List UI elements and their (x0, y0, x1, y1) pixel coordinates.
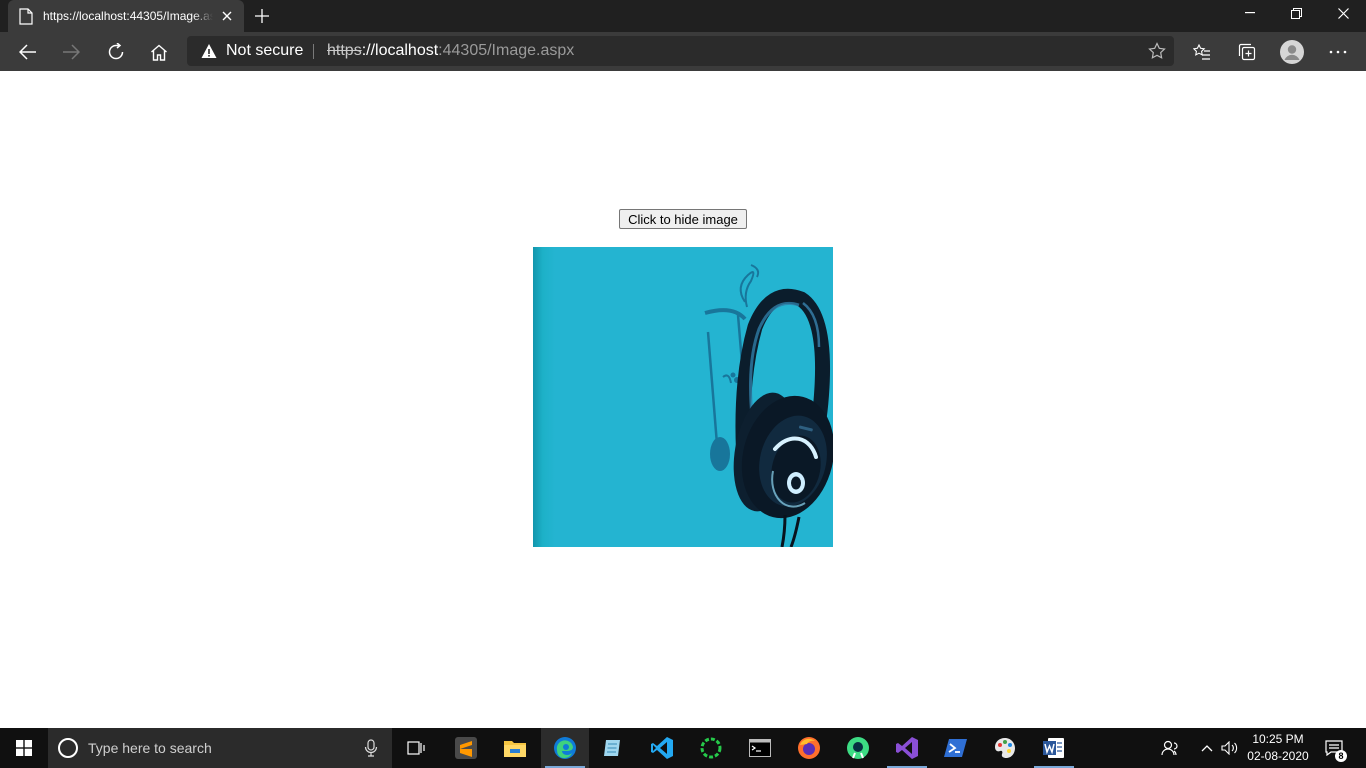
browser-tab[interactable]: https://localhost:44305/Image.aspx (8, 0, 244, 32)
paint-icon[interactable] (981, 728, 1029, 768)
edge-browser-icon[interactable] (541, 728, 589, 768)
clock-time: 10:25 PM (1252, 732, 1304, 746)
sublime-text-icon[interactable] (442, 728, 490, 768)
refresh-icon[interactable] (100, 36, 132, 68)
command-prompt-icon[interactable] (736, 728, 784, 768)
security-status[interactable]: Not secure (226, 42, 303, 60)
url-path: :44305/Image.aspx (438, 42, 575, 59)
headphones-image (533, 247, 833, 547)
firefox-icon[interactable] (785, 728, 833, 768)
tab-strip: https://localhost:44305/Image.aspx (0, 0, 1366, 32)
address-bar[interactable]: Not secure https://localhost:44305/Image… (187, 36, 1174, 66)
android-studio-icon[interactable] (834, 728, 882, 768)
taskbar-search-box[interactable]: Type here to search (48, 728, 392, 768)
powershell-icon[interactable] (932, 728, 980, 768)
taskbar-clock[interactable]: 10:25 PM 02-08-2020 (1242, 731, 1314, 765)
word-icon[interactable] (1030, 728, 1078, 768)
visual-studio-icon[interactable] (883, 728, 931, 768)
favorites-icon[interactable] (1186, 36, 1218, 68)
mic-icon[interactable] (364, 739, 378, 757)
task-view-icon[interactable] (392, 728, 440, 768)
taskbar: Type here to search 10:25 PM 02-08-2020 … (0, 728, 1366, 768)
collections-icon[interactable] (1231, 36, 1263, 68)
minimize-icon[interactable] (1227, 0, 1273, 26)
url-text[interactable]: https://localhost:44305/Image.aspx (327, 42, 574, 60)
cortana-icon (58, 738, 78, 758)
search-placeholder: Type here to search (88, 740, 212, 756)
close-tab-icon[interactable] (219, 8, 235, 24)
more-menu-icon[interactable] (1322, 36, 1354, 68)
home-icon[interactable] (143, 36, 175, 68)
favorite-star-icon[interactable] (1148, 42, 1166, 60)
restore-icon[interactable] (1273, 0, 1319, 26)
notepad-icon[interactable] (589, 728, 637, 768)
people-icon[interactable] (1158, 728, 1182, 768)
vscode-icon[interactable] (638, 728, 686, 768)
chevron-up-icon[interactable] (1197, 728, 1217, 768)
tab-title: https://localhost:44305/Image.aspx (43, 9, 213, 23)
profile-avatar-icon[interactable] (1276, 36, 1308, 68)
windows-start-icon[interactable] (0, 728, 48, 768)
forward-icon[interactable] (55, 36, 87, 68)
notification-count-badge: 8 (1335, 750, 1347, 762)
notifications-icon[interactable] (1322, 728, 1346, 768)
close-window-icon[interactable] (1320, 0, 1366, 26)
page-content: Click to hide image (0, 71, 1366, 728)
url-host: ://localhost (361, 42, 439, 59)
browser-toolbar: Not secure https://localhost:44305/Image… (0, 32, 1366, 71)
back-icon[interactable] (12, 36, 44, 68)
hide-image-button[interactable]: Click to hide image (619, 209, 747, 229)
page-icon (19, 7, 33, 25)
new-tab-icon[interactable] (252, 6, 272, 26)
app-green-icon[interactable] (687, 728, 735, 768)
volume-icon[interactable] (1219, 728, 1241, 768)
clock-date: 02-08-2020 (1247, 749, 1309, 763)
url-scheme: https (327, 42, 362, 59)
warning-icon[interactable] (201, 43, 217, 59)
file-explorer-icon[interactable] (491, 728, 539, 768)
address-divider (313, 44, 314, 59)
